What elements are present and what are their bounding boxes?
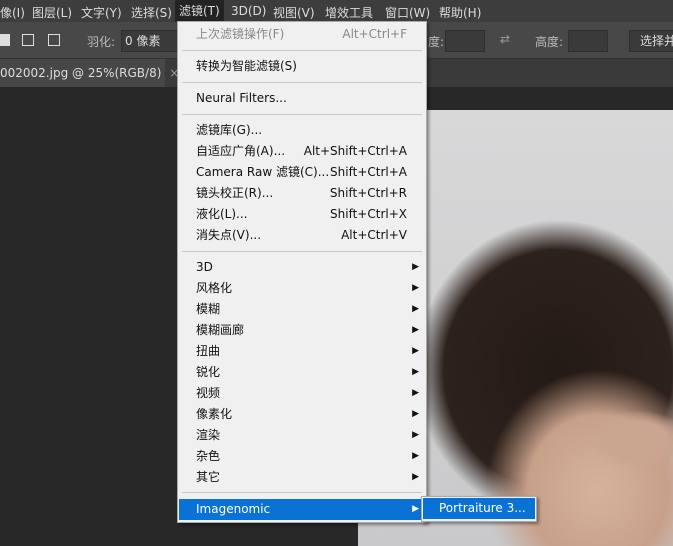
feather-label: 羽化: — [87, 35, 116, 49]
menu-item-submenu[interactable]: 风格化 ▶ — [179, 278, 425, 299]
swap-icon[interactable]: ⇄ — [500, 32, 510, 46]
menu-item-filter[interactable]: 消失点(V)... Alt+Ctrl+V — [179, 225, 425, 246]
menu-select[interactable]: 选择(S) — [131, 4, 172, 21]
menu-window[interactable]: 窗口(W) — [385, 4, 430, 21]
separator — [182, 251, 422, 252]
menu-item-submenu[interactable]: 扭曲 ▶ — [179, 341, 425, 362]
menu-filter[interactable]: 滤镜(T) — [175, 0, 224, 22]
menu-view[interactable]: 视图(V) — [273, 4, 315, 21]
menu-item-submenu[interactable]: 其它 ▶ — [179, 467, 425, 488]
separator — [182, 492, 422, 493]
menu-item-neural-filters[interactable]: Neural Filters... — [179, 88, 425, 109]
menu-help[interactable]: 帮助(H) — [439, 4, 481, 21]
chevron-right-icon: ▶ — [412, 472, 419, 482]
menu-item-submenu[interactable]: 模糊画廊 ▶ — [179, 320, 425, 341]
menu-layer[interactable]: 图层(L) — [32, 4, 72, 21]
chevron-right-icon: ▶ — [412, 451, 419, 461]
chevron-right-icon: ▶ — [412, 346, 419, 356]
chevron-right-icon: ▶ — [412, 409, 419, 419]
menu-item-portraiture[interactable]: Portraiture 3... — [423, 498, 535, 519]
menu-type[interactable]: 文字(Y) — [81, 4, 122, 21]
document-tab[interactable]: 002002.jpg @ 25%(RGB/8) × — [0, 59, 179, 87]
menu-item-submenu[interactable]: 3D ▶ — [179, 257, 425, 278]
chevron-right-icon: ▶ — [412, 430, 419, 440]
width-input[interactable] — [445, 30, 485, 52]
menu-item-submenu[interactable]: 锐化 ▶ — [179, 362, 425, 383]
menu-plugins[interactable]: 增效工具 — [325, 4, 373, 21]
chevron-right-icon: ▶ — [412, 304, 419, 314]
menu-3d[interactable]: 3D(D) — [231, 4, 266, 18]
selection-add-icon[interactable] — [22, 34, 34, 46]
chevron-right-icon: ▶ — [412, 388, 419, 398]
separator — [182, 50, 422, 51]
menu-image[interactable]: 像(I) — [0, 4, 25, 21]
menu-item-last-filter: 上次滤镜操作(F) Alt+Ctrl+F — [196, 27, 407, 41]
menu-item-filter[interactable]: 液化(L)... Shift+Ctrl+X — [179, 204, 425, 225]
imagenomic-submenu: Portraiture 3... — [421, 496, 537, 522]
menu-item-submenu[interactable]: 像素化 ▶ — [179, 404, 425, 425]
menu-item-filter[interactable]: 自适应广角(A)... Alt+Shift+Ctrl+A — [179, 141, 425, 162]
menu-bar: 像(I) 图层(L) 文字(Y) 选择(S) 滤镜(T) 3D(D) 视图(V)… — [0, 0, 673, 22]
selection-subtract-icon[interactable] — [48, 34, 60, 46]
separator — [182, 114, 422, 115]
menu-item-imagenomic[interactable]: Imagenomic ▶ — [179, 499, 425, 520]
menu-item-submenu[interactable]: 杂色 ▶ — [179, 446, 425, 467]
separator — [182, 82, 422, 83]
menu-item-submenu[interactable]: 模糊 ▶ — [179, 299, 425, 320]
selection-new-icon[interactable] — [0, 34, 10, 46]
chevron-right-icon: ▶ — [412, 283, 419, 293]
select-and-mask-button[interactable]: 选择并 — [629, 30, 673, 52]
chevron-right-icon: ▶ — [412, 262, 419, 272]
chevron-right-icon: ▶ — [412, 367, 419, 377]
height-label: 高度: — [535, 35, 564, 49]
menu-item-filter[interactable]: Camera Raw 滤镜(C)... Shift+Ctrl+A — [179, 162, 425, 183]
menu-item-filter[interactable]: 镜头校正(R)... Shift+Ctrl+R — [179, 183, 425, 204]
width-label: 度: — [428, 35, 445, 49]
menu-item-filter[interactable]: 滤镜库(G)... — [179, 120, 425, 141]
filter-menu: 上次滤镜操作(F) Alt+Ctrl+F 转换为智能滤镜(S) Neural Fi… — [177, 21, 427, 523]
document-tab-title: 002002.jpg @ 25%(RGB/8) — [0, 66, 162, 80]
menu-item-submenu[interactable]: 视频 ▶ — [179, 383, 425, 404]
menu-item-submenu[interactable]: 渲染 ▶ — [179, 425, 425, 446]
height-input[interactable] — [568, 30, 608, 52]
chevron-right-icon: ▶ — [412, 325, 419, 335]
menu-item-smart-filter[interactable]: 转换为智能滤镜(S) — [179, 56, 425, 77]
